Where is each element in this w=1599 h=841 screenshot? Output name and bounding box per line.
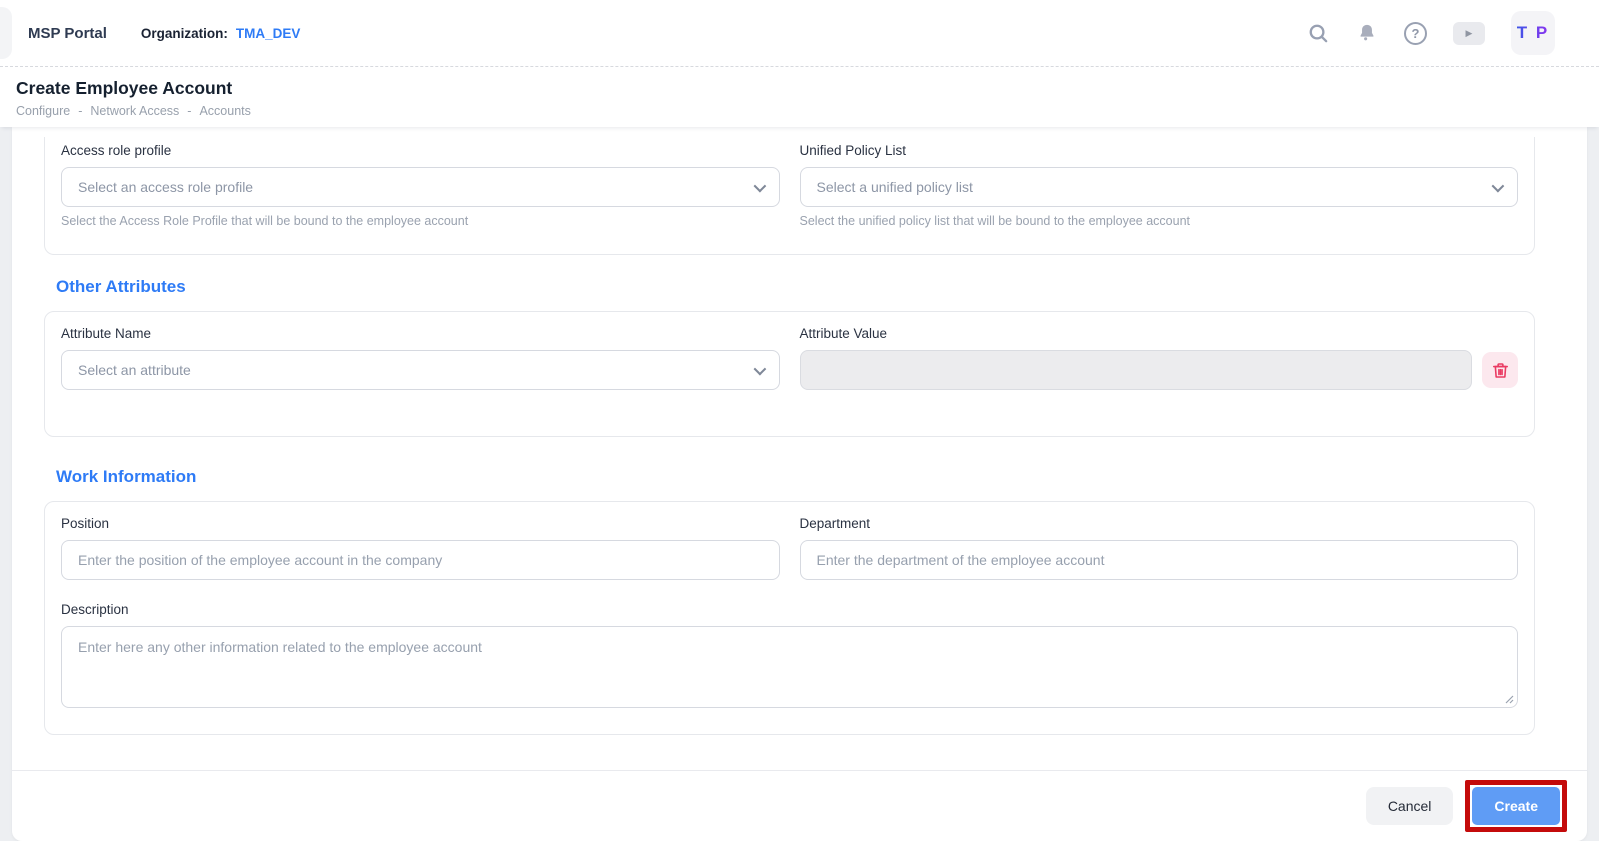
access-role-profile-helper: Select the Access Role Profile that will… [61,214,469,228]
notifications-bell-icon[interactable] [1356,22,1378,44]
breadcrumb-separator: - [78,104,83,118]
breadcrumb: Configure - Network Access - Accounts [16,104,1583,118]
unified-policy-list-select[interactable]: Select a unified policy list [799,167,1518,207]
cancel-button[interactable]: Cancel [1365,787,1454,825]
tutorial-play-icon[interactable]: ▶ [1453,21,1485,45]
annotation-highlight-box: Create [1465,780,1567,832]
help-icon[interactable]: ? [1404,21,1427,45]
chevron-down-icon [753,179,766,192]
create-button[interactable]: Create [1472,787,1560,825]
chevron-down-icon [753,362,766,375]
attribute-value-input [799,350,1472,390]
create-employee-form: Access role profile Select an access rol… [12,127,1587,841]
position-field: Position [61,516,780,580]
breadcrumb-accounts[interactable]: Accounts [199,104,250,118]
unified-policy-list-helper: Select the unified policy list that will… [799,214,1191,228]
unified-policy-list-field: Unified Policy List Select a unified pol… [799,143,1518,228]
work-information-card: Position Department Description [44,501,1535,735]
department-label: Department [799,516,871,531]
resize-handle[interactable] [1504,694,1514,704]
search-icon[interactable] [1307,22,1330,45]
other-attributes-heading: Other Attributes [56,277,186,296]
organization-value-link[interactable]: TMA_DEV [236,26,301,41]
attribute-value-field: Attribute Value [799,326,1518,390]
binding-section-card: Access role profile Select an access rol… [44,137,1535,255]
attribute-name-placeholder: Select an attribute [78,362,191,378]
breadcrumb-network-access[interactable]: Network Access [90,104,179,118]
access-role-profile-placeholder: Select an access role profile [78,179,254,195]
description-label: Description [61,602,129,617]
breadcrumb-configure[interactable]: Configure [16,104,70,118]
page-title: Create Employee Account [16,78,233,98]
trash-icon [1492,362,1508,378]
organization-switcher: Organization: TMA_DEV [141,26,301,41]
unified-policy-list-placeholder: Select a unified policy list [816,179,973,195]
organization-label: Organization: [140,25,228,41]
access-role-profile-field: Access role profile Select an access rol… [61,143,780,228]
header-actions: ? ▶ T P [1307,11,1555,55]
sidebar-edge [0,7,12,59]
description-field: Description [61,602,1518,708]
attribute-name-label: Attribute Name [61,326,152,341]
department-input[interactable] [799,540,1518,580]
top-header: MSP Portal Organization: TMA_DEV ? ▶ T P [0,0,1599,67]
description-textarea[interactable] [61,626,1518,708]
access-role-profile-label: Access role profile [61,143,172,158]
breadcrumb-separator: - [187,104,192,118]
chevron-down-icon [1491,179,1505,192]
work-information-heading: Work Information [56,467,197,486]
attribute-name-field: Attribute Name Select an attribute [61,326,780,390]
access-role-profile-select[interactable]: Select an access role profile [61,167,780,207]
attribute-value-label: Attribute Value [799,326,888,341]
page-header: Create Employee Account Configure - Netw… [0,67,1599,127]
user-avatar[interactable]: T P [1511,11,1555,55]
avatar-initials: T P [1516,23,1550,42]
app-title: MSP Portal [28,24,107,42]
delete-attribute-button[interactable] [1482,352,1518,388]
department-field: Department [799,516,1518,580]
attribute-name-select[interactable]: Select an attribute [61,350,780,390]
position-label: Position [61,516,110,531]
position-input[interactable] [61,540,780,580]
unified-policy-list-label: Unified Policy List [799,143,907,158]
form-footer: Cancel Create [12,770,1587,841]
other-attributes-card: Attribute Name Select an attribute Attri… [44,311,1535,437]
